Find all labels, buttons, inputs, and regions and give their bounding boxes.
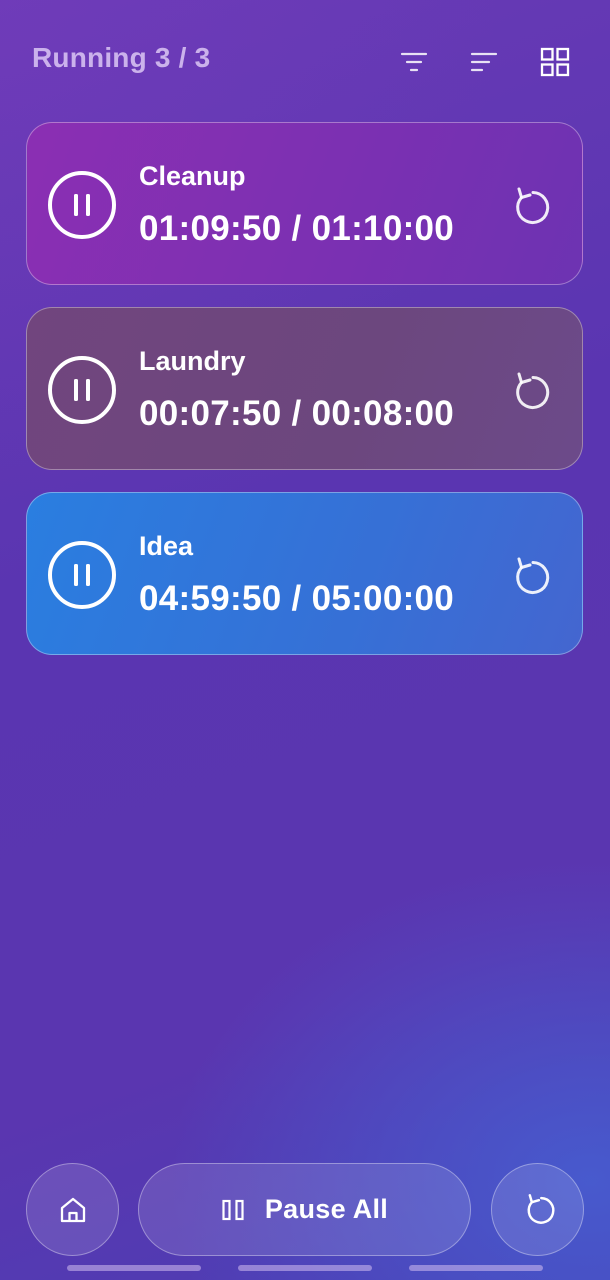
reset-icon (527, 1193, 554, 1224)
page-indicator (238, 1265, 372, 1271)
reset-icon (516, 557, 550, 594)
page-indicator (67, 1265, 201, 1271)
pause-button[interactable] (48, 541, 116, 609)
home-icon (60, 1197, 85, 1222)
app-header: Running 3 / 3 (0, 0, 610, 122)
filter-button[interactable] (392, 40, 436, 84)
pause-icon (74, 564, 90, 586)
reset-button[interactable] (505, 368, 553, 416)
timer-card[interactable]: Cleanup 01:09:50 / 01:10:00 (26, 122, 583, 285)
reset-button[interactable] (505, 183, 553, 231)
timer-card[interactable]: Laundry 00:07:50 / 00:08:00 (26, 307, 583, 470)
pause-icon (74, 194, 90, 216)
grid-view-icon (540, 47, 570, 77)
timer-name: Cleanup (139, 161, 246, 191)
pause-all-button[interactable]: Pause All (138, 1163, 471, 1256)
timer-time: 01:09:50 / 01:10:00 (139, 209, 455, 248)
pause-button[interactable] (48, 171, 116, 239)
reset-icon (516, 372, 550, 409)
pause-all-label: Pause All (264, 1194, 389, 1224)
page-indicator (409, 1265, 543, 1271)
reset-all-button[interactable] (491, 1163, 584, 1256)
sort-button[interactable] (462, 40, 506, 84)
pause-icon (222, 1199, 244, 1220)
timer-time: 00:07:50 / 00:08:00 (139, 394, 455, 433)
reset-button[interactable] (505, 553, 553, 601)
sort-icon (470, 52, 498, 72)
grid-view-button[interactable] (533, 40, 577, 84)
timer-name: Laundry (139, 346, 246, 376)
pause-icon (74, 379, 90, 401)
running-count-title: Running 3 / 3 (32, 42, 211, 73)
timer-name: Idea (139, 531, 194, 561)
filter-icon (400, 52, 428, 72)
timer-card[interactable]: Idea 04:59:50 / 05:00:00 (26, 492, 583, 655)
timer-time: 04:59:50 / 05:00:00 (139, 579, 455, 618)
reset-icon (516, 187, 550, 224)
home-button[interactable] (26, 1163, 119, 1256)
pause-button[interactable] (48, 356, 116, 424)
